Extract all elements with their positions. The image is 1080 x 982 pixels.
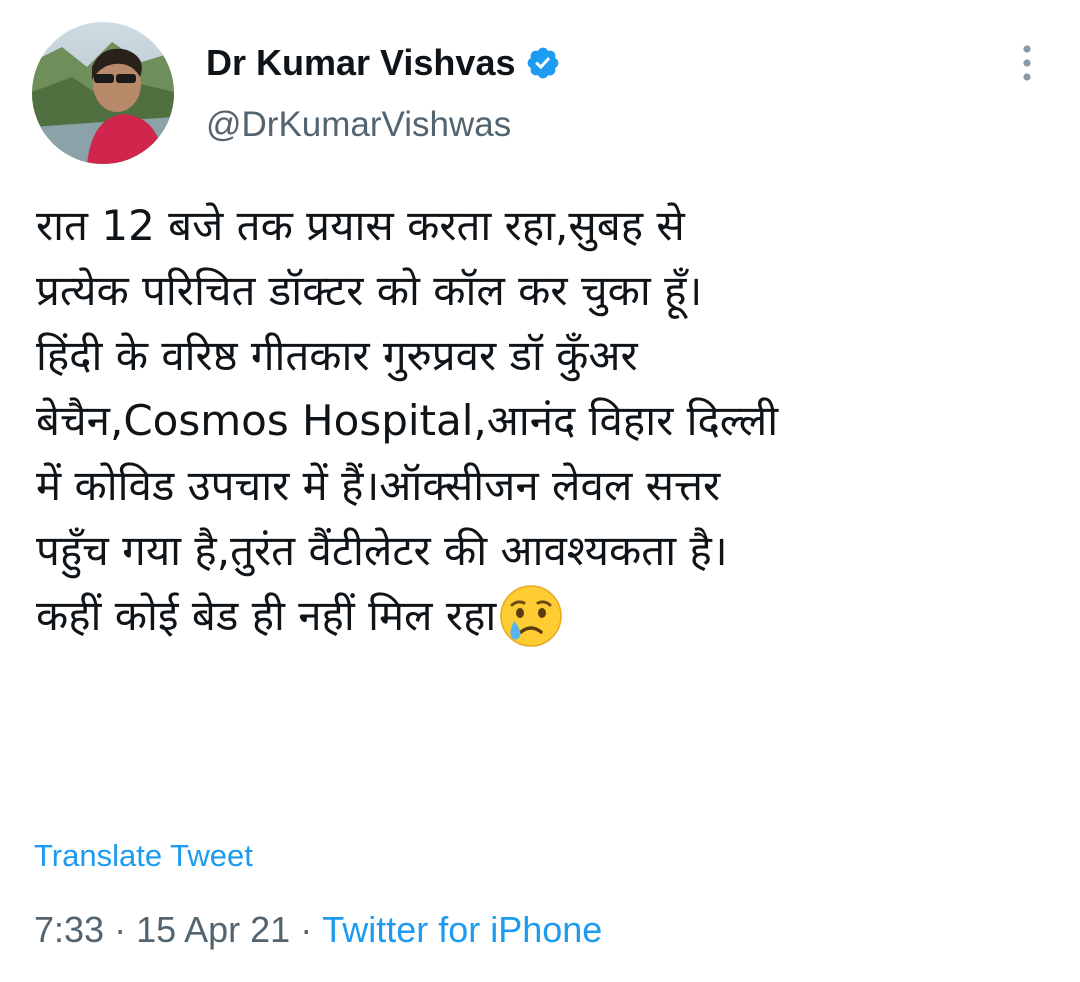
- tweet-text: रात 12 बजे तक प्रयास करता रहा,सुबह से प्…: [36, 193, 1046, 648]
- tweet-date[interactable]: 15 Apr 21: [136, 909, 290, 951]
- meta-separator: ·: [300, 909, 313, 950]
- tweet-text-line: हिंदी के वरिष्ठ गीतकार गुरुप्रवर डॉ कुँअ…: [36, 331, 638, 380]
- display-name[interactable]: Dr Kumar Vishvas: [206, 42, 515, 84]
- tweet-text-line: में कोविड उपचार में हैं।ऑक्सीजन लेवल सत्…: [36, 461, 721, 510]
- tweet-time[interactable]: 7:33: [34, 909, 104, 951]
- tweet-text-line-last: कहीं कोई बेड ही नहीं मिल रहा: [36, 583, 1046, 648]
- author-handle[interactable]: @DrKumarVishwas: [206, 105, 511, 145]
- author-name-row: Dr Kumar Vishvas: [206, 40, 561, 86]
- avatar[interactable]: [32, 22, 174, 164]
- verified-badge-icon: [525, 45, 561, 81]
- crying-face-icon: [498, 583, 564, 649]
- tweet-meta: 7:33 · 15 Apr 21 · Twitter for iPhone: [34, 909, 602, 951]
- tweet-header: Dr Kumar Vishvas @DrKumarVishwas: [0, 0, 1080, 180]
- tweet-source-link[interactable]: Twitter for iPhone: [322, 909, 602, 951]
- profile-photo-icon: [32, 22, 174, 164]
- translate-tweet-link[interactable]: Translate Tweet: [34, 838, 253, 874]
- tweet-text-line: रात 12 बजे तक प्रयास करता रहा,सुबह से: [36, 201, 685, 250]
- tweet-text-line: प्रत्येक परिचित डॉक्टर को कॉल कर चुका हू…: [36, 266, 703, 315]
- tweet-text-line: पहुँच गया है,तुरंत वैंटीलेटर की आवश्यकता…: [36, 526, 728, 575]
- tweet-text-segment: कहीं कोई बेड ही नहीं मिल रहा: [36, 591, 497, 640]
- more-vertical-icon: [1023, 45, 1031, 81]
- tweet-text-line: बेचैन,Cosmos Hospital,आनंद विहार दिल्ली: [36, 396, 779, 445]
- more-options-button[interactable]: [1004, 40, 1050, 86]
- meta-separator: ·: [114, 909, 127, 950]
